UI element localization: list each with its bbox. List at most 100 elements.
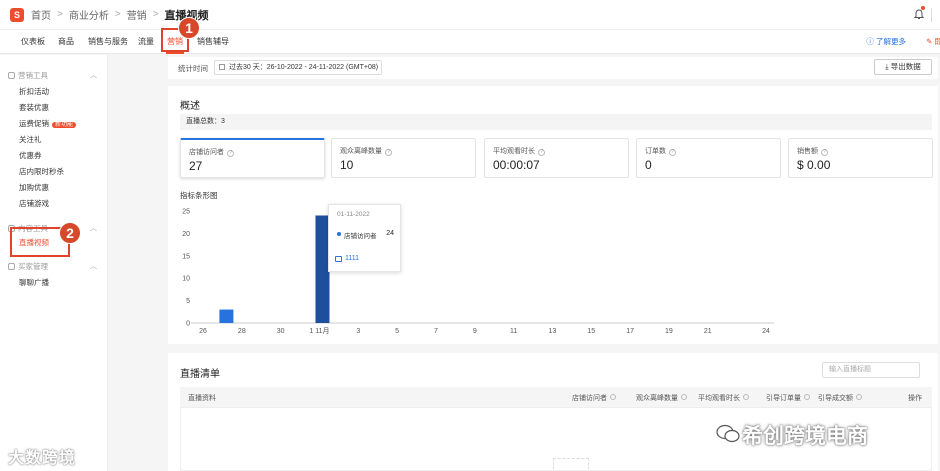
wechat-icon [716, 424, 740, 443]
metric-value: 27 [189, 159, 203, 173]
x-tick-label: 21 [704, 328, 712, 335]
export-label: 导出数据 [890, 62, 921, 71]
tab-dashboard[interactable]: 仪表板 [21, 30, 45, 54]
watermark-right: 希创跨境电商 [742, 425, 868, 448]
live-list-panel: 直播清单 输入直播标题 直播资料 店铺访问者 观众离峰数量 平均观看时长 引导订… [168, 353, 938, 471]
export-data-button[interactable]: ⤓ 导出数据 [874, 59, 932, 75]
help-icon: ? [538, 149, 545, 156]
tooltip-series-name: 店铺访问者 [344, 233, 377, 240]
column-header-peak-viewers[interactable]: 观众离峰数量 [636, 393, 687, 403]
tab-sales-service[interactable]: 销售与服务 [88, 30, 128, 54]
x-tick-label: 26 [199, 328, 207, 335]
calendar-icon [219, 64, 225, 70]
x-tick-label: 19 [665, 328, 673, 335]
y-tick-label: 0 [186, 321, 190, 328]
tooltip-value: 24 [386, 230, 394, 237]
tag-icon [8, 72, 15, 79]
tab-traffic[interactable]: 流量 [138, 30, 154, 54]
chart-title: 指标条形图 [180, 191, 218, 200]
overview-title: 概述 [180, 101, 200, 112]
sidebar-item-chat-broadcast[interactable]: 聊聊广播 [19, 277, 49, 288]
help-icon [610, 394, 616, 400]
metric-card-orders[interactable]: 订单数? 0 [636, 138, 781, 178]
x-tick-label: 3 [356, 328, 360, 335]
metric-card-peak-viewers[interactable]: 观众离峰数量? 10 [331, 138, 476, 178]
chart-tooltip: 01-11-2022 店铺访问者 24 1111 [328, 204, 401, 272]
help-icon [681, 394, 687, 400]
metric-label: 平均观看时长? [493, 146, 545, 156]
x-tick-label: 7 [434, 328, 438, 335]
help-icon: ? [821, 149, 828, 156]
sidebar-item-discount[interactable]: 折扣活动 [19, 86, 49, 97]
help-icon: ? [669, 149, 676, 156]
learn-more-link[interactable]: ⓘ 了解更多 [866, 30, 906, 54]
tooltip-date: 01-11-2022 [337, 211, 370, 218]
metric-label: 店铺访问者? [189, 147, 234, 157]
sidebar-group-label: 营销工具 [18, 71, 48, 80]
help-icon: ? [227, 150, 234, 157]
x-tick-label: 28 [238, 328, 246, 335]
column-header-avg-watch-time[interactable]: 平均观看时长 [698, 393, 749, 403]
y-tick-label: 5 [186, 298, 190, 305]
live-search-input[interactable]: 输入直播标题 [822, 362, 920, 378]
x-tick-label: 1 11月 [309, 327, 329, 335]
shopee-logo[interactable]: S [10, 7, 24, 22]
metric-card-shop-visitors[interactable]: 店铺访问者? 27 [180, 138, 325, 178]
notification-dot [921, 6, 925, 10]
help-icon [856, 394, 862, 400]
breadcrumb-separator: > [152, 9, 159, 20]
sidebar-item-vouchers[interactable]: 优惠券 [19, 150, 42, 161]
metric-value: 0 [645, 158, 652, 172]
date-range-picker[interactable]: 过去30 天：26-10-2022 - 24-11-2022 (GMT+08) [214, 60, 382, 75]
metric-label: 订单数? [645, 146, 676, 156]
column-header-live-info: 直播资料 [188, 395, 216, 402]
chevron-up-icon[interactable]: ︿ [90, 70, 97, 80]
tab-sales-coaching[interactable]: 销售辅导 [197, 30, 229, 54]
metric-card-sales[interactable]: 销售额? $ 0.00 [788, 138, 933, 178]
user-icon [8, 263, 15, 270]
x-tick-label: 9 [473, 328, 477, 335]
breadcrumb-separator: > [114, 9, 121, 20]
sidebar-group-marketing-tools[interactable]: 营销工具 [8, 70, 48, 81]
tab-products[interactable]: 商品 [58, 30, 74, 54]
x-tick-label: 13 [549, 328, 557, 335]
sidebar-group-buyer-management[interactable]: 买家管理 [8, 261, 48, 272]
sidebar-item-follow-prize[interactable]: 关注礼 [19, 134, 42, 145]
sidebar-item-add-on-deal[interactable]: 加购优惠 [19, 182, 49, 193]
chevron-up-icon[interactable]: ︿ [90, 261, 97, 271]
tooltip-live-link[interactable]: 1111 [345, 255, 359, 262]
breadcrumb-home[interactable]: 首页 [31, 7, 51, 22]
time-filter-bar: 统计时间 过去30 天：26-10-2022 - 24-11-2022 (GMT… [168, 57, 938, 79]
metric-value: $ 0.00 [797, 158, 831, 172]
x-tick-label: 30 [277, 328, 285, 335]
y-tick-label: 10 [182, 276, 190, 283]
column-header-orders[interactable]: 引导订单量 [766, 393, 810, 403]
metric-value: 00:00:07 [493, 158, 540, 172]
annotation-step-1: 1 [178, 17, 200, 39]
help-icon [743, 394, 749, 400]
sidebar-item-shop-games[interactable]: 店铺游戏 [19, 198, 49, 209]
metric-label: 销售额? [797, 146, 828, 156]
column-header-gmv[interactable]: 引导成交额 [818, 393, 862, 403]
sidebar-item-flash-sale[interactable]: 店内限时秒杀 [19, 166, 64, 177]
new-feature-badge: 新功能 [52, 122, 77, 128]
date-range-value: 过去30 天：26-10-2022 - 24-11-2022 (GMT+08) [229, 64, 379, 71]
edit-icon: ✎ [926, 37, 933, 46]
sidebar: 营销工具 ︿ 折扣活动 套装优惠 运费促销 新功能 关注礼 优惠券 店内限时秒杀 … [0, 55, 108, 471]
y-tick-label: 20 [182, 231, 190, 238]
breadcrumb-business-analysis[interactable]: 商业分析 [69, 7, 109, 22]
metric-value: 10 [340, 158, 354, 172]
x-tick-label: 11 [510, 328, 517, 335]
chevron-up-icon[interactable]: ︿ [90, 223, 97, 233]
sidebar-item-bundle[interactable]: 套装优惠 [19, 102, 49, 113]
metric-label: 观众离峰数量? [340, 146, 392, 156]
column-header-actions: 操作 [908, 395, 922, 402]
feedback-link[interactable]: ✎ 即 [926, 30, 940, 54]
breadcrumb-marketing[interactable]: 营销 [127, 7, 147, 22]
sidebar-item-shipping-promo[interactable]: 运费促销 新功能 [19, 118, 77, 129]
overview-panel: 概述 直播总数：3 店铺访问者? 27 观众离峰数量? 10 平均观看时长? 0… [168, 86, 938, 344]
top-header: S 首页 > 商业分析 > 营销 > 直播视频 [0, 0, 940, 30]
metric-card-avg-watch-time[interactable]: 平均观看时长? 00:00:07 [484, 138, 629, 178]
bell-icon[interactable] [914, 9, 924, 20]
column-header-shop-visitors[interactable]: 店铺访问者 [572, 393, 616, 403]
